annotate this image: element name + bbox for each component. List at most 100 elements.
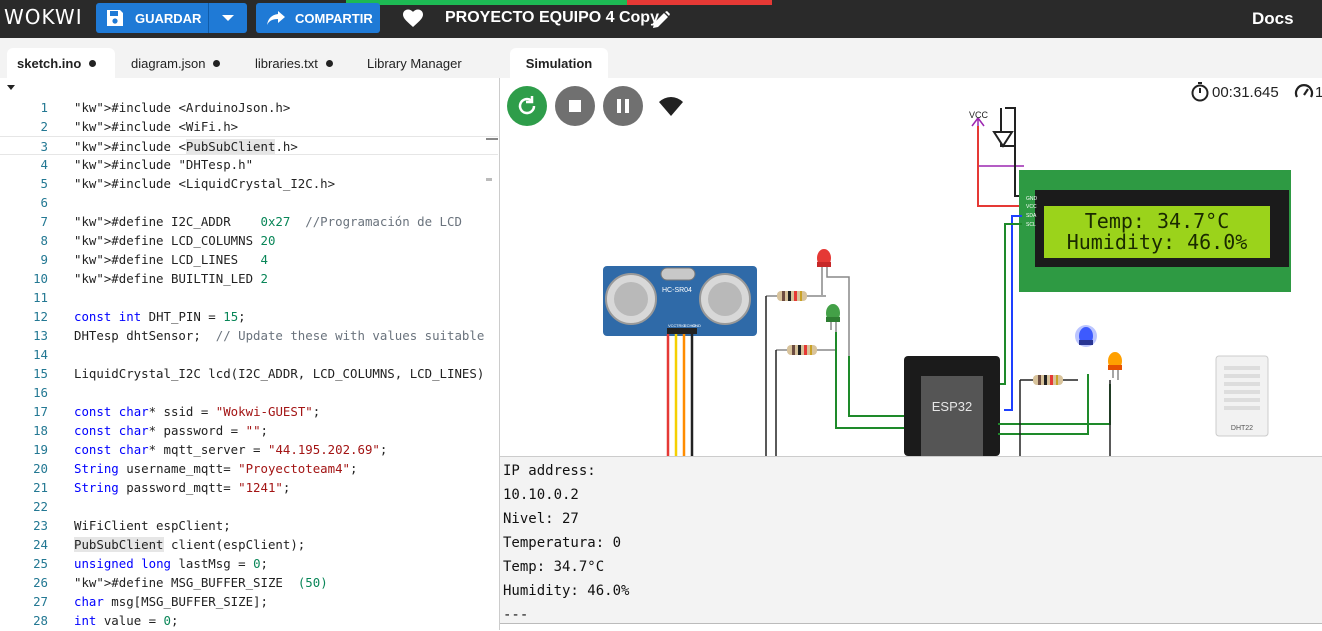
wokwi-logo[interactable]: WOKWI [4,5,83,29]
save-button[interactable]: GUARDAR [96,3,247,33]
code-line[interactable]: 3 "kw">#include <PubSubClient.h> [0,136,498,155]
blue-led[interactable] [1075,325,1097,347]
code-line[interactable]: 6 [0,193,498,212]
line-number: 2 [40,119,48,134]
tab-simulation[interactable]: Simulation [510,48,608,78]
code-text: String username_mqtt= "Proyectoteam4"; [74,461,358,476]
code-line[interactable]: 25 unsigned long lastMsg = 0; [0,554,498,573]
code-line[interactable]: 16 [0,383,498,402]
line-number: 26 [33,575,48,590]
dht22-label: DHT22 [1231,425,1253,432]
line-number: 10 [33,271,48,286]
code-text: LiquidCrystal_I2C lcd(I2C_ADDR, LCD_COLU… [74,366,485,381]
resistor[interactable] [766,291,826,301]
ultrasonic-label: HC-SR04 [662,287,692,294]
build-progress-stripe [346,0,772,5]
code-text: char msg[MSG_BUFFER_SIZE]; [74,594,268,609]
line-number: 27 [33,594,48,609]
editor-tab-bar: sketch.ino diagram.json libraries.txt Li… [0,38,500,78]
code-line[interactable]: 2 "kw">#include <WiFi.h> [0,117,498,136]
share-arrow-icon [267,11,285,25]
code-line[interactable]: 19 const char* mqtt_server = "44.195.202.… [0,440,498,459]
tab-library-manager[interactable]: Library Manager [357,48,472,78]
unsaved-dot-icon [325,59,333,67]
line-number: 19 [33,442,48,457]
orange-led[interactable] [1108,352,1122,380]
share-button-label: COMPARTIR [295,10,373,26]
green-led[interactable] [826,304,840,332]
code-line[interactable]: 1 "kw">#include <ArduinoJson.h> [0,98,498,117]
code-line[interactable]: 7 "kw">#define I2C_ADDR 0x27 //Programaci… [0,212,498,231]
code-line[interactable]: 13 DHTesp dhtSensor; // Update these with… [0,326,498,345]
resistor[interactable] [1033,375,1063,385]
line-number: 22 [33,499,48,514]
serial-line: Humidity: 46.0% [503,583,630,599]
line-number: 11 [33,290,48,305]
line-number: 8 [40,233,48,248]
code-line[interactable]: 15 LiquidCrystal_I2C lcd(I2C_ADDR, LCD_CO… [0,364,498,383]
code-line[interactable]: 17 const char* ssid = "Wokwi-GUEST"; [0,402,498,421]
code-line[interactable]: 11 [0,288,498,307]
top-bar: WOKWI GUARDAR COMPARTIR PROYECTO EQUIPO … [0,0,1322,38]
serial-line: Nivel: 27 [503,511,579,527]
unsaved-dot-icon [89,59,97,67]
ground-symbol[interactable] [992,107,1023,197]
ultrasonic-sensor[interactable]: HC-SR04 VCC TRIG ECHO GND [603,266,757,336]
code-line[interactable]: 26 "kw">#define MSG_BUFFER_SIZE (50) [0,573,498,592]
pencil-icon[interactable] [651,10,671,30]
lcd-display[interactable]: Temp: 34.7°C Humidity: 46.0% GND VCC SDA… [1019,170,1291,292]
code-editor-pane: sketch.ino diagram.json libraries.txt Li… [0,38,500,630]
code-text: PubSubClient client(espClient); [74,537,306,552]
chevron-down-icon[interactable] [222,15,234,21]
code-text: unsigned long lastMsg = 0; [74,556,268,571]
code-editor[interactable]: 1 "kw">#include <ArduinoJson.h> 2 "kw">#inc… [0,98,500,630]
code-line[interactable]: 23 WiFiClient espClient; [0,516,498,535]
dht22-sensor[interactable]: DHT22 [1215,355,1269,437]
heart-icon[interactable] [402,8,424,28]
code-text: WiFiClient espClient; [74,518,231,533]
code-line[interactable]: 5 "kw">#include <LiquidCrystal_I2C.h> [0,174,498,193]
tab-menu-caret-icon[interactable] [7,85,15,90]
code-line[interactable]: 12 const int DHT_PIN = 15; [0,307,498,326]
docs-link[interactable]: Docs [1252,9,1294,29]
esp32-board[interactable]: ESP32 [904,356,1000,456]
code-text: "kw">#define BUILTIN_LED 2 [74,271,268,286]
code-text: const char* mqtt_server = "44.195.202.69… [74,442,388,457]
project-title[interactable]: PROYECTO EQUIPO 4 Copy [445,9,659,27]
share-button[interactable]: COMPARTIR [256,3,380,33]
code-line[interactable]: 24 PubSubClient client(espClient); [0,535,498,554]
code-line[interactable]: 8 "kw">#define LCD_COLUMNS 20 [0,231,498,250]
line-number: 28 [33,613,48,628]
tab-diagram-json[interactable]: diagram.json [121,48,230,78]
red-led[interactable] [817,249,850,357]
line-number: 20 [33,461,48,476]
code-text: "kw">#include <WiFi.h> [74,119,239,134]
circuit-diagram: VCC Temp: 34.7°C Humidity: 46.0% GND VCC… [603,107,1291,456]
code-line[interactable]: 14 [0,345,498,364]
code-line[interactable]: 10 "kw">#define BUILTIN_LED 2 [0,269,498,288]
lcd-line-2: Humidity: 46.0% [1067,230,1248,254]
serial-monitor[interactable]: IP address: 10.10.0.2 Nivel: 27 Temperatura… [500,456,1322,631]
code-line[interactable]: 9 "kw">#define LCD_LINES 4 [0,250,498,269]
simulation-canvas[interactable]: 00:31.645 1 VCC Temp: 34.7°C Humidity: 4… [500,78,1322,456]
code-line[interactable]: 21 String password_mqtt= "1241"; [0,478,498,497]
code-line[interactable]: 4 "kw">#include "DHTesp.h" [0,155,498,174]
code-line[interactable]: 28 int value = 0; [0,611,498,630]
lcd-pin-label: SCL [1026,222,1036,228]
code-line[interactable]: 27 char msg[MSG_BUFFER_SIZE]; [0,592,498,611]
tab-label: sketch.ino [17,55,82,71]
code-text: "kw">#define I2C_ADDR 0x27 //Programació… [74,214,462,229]
code-text: DHTesp dhtSensor; // Update these with v… [74,328,485,343]
resistor[interactable] [776,345,836,355]
line-number: 17 [33,404,48,419]
line-number: 13 [33,328,48,343]
code-line[interactable]: 22 [0,497,498,516]
lcd-pin-label: VCC [1026,204,1037,210]
tab-libraries-txt[interactable]: libraries.txt [245,48,343,78]
code-line[interactable]: 20 String username_mqtt= "Proyectoteam4"; [0,459,498,478]
tab-label: libraries.txt [255,55,318,71]
tab-sketch-ino[interactable]: sketch.ino [7,48,115,78]
unsaved-dot-icon [213,59,221,67]
code-line[interactable]: 18 const char* password = ""; [0,421,498,440]
serial-line: 10.10.0.2 [503,487,579,503]
